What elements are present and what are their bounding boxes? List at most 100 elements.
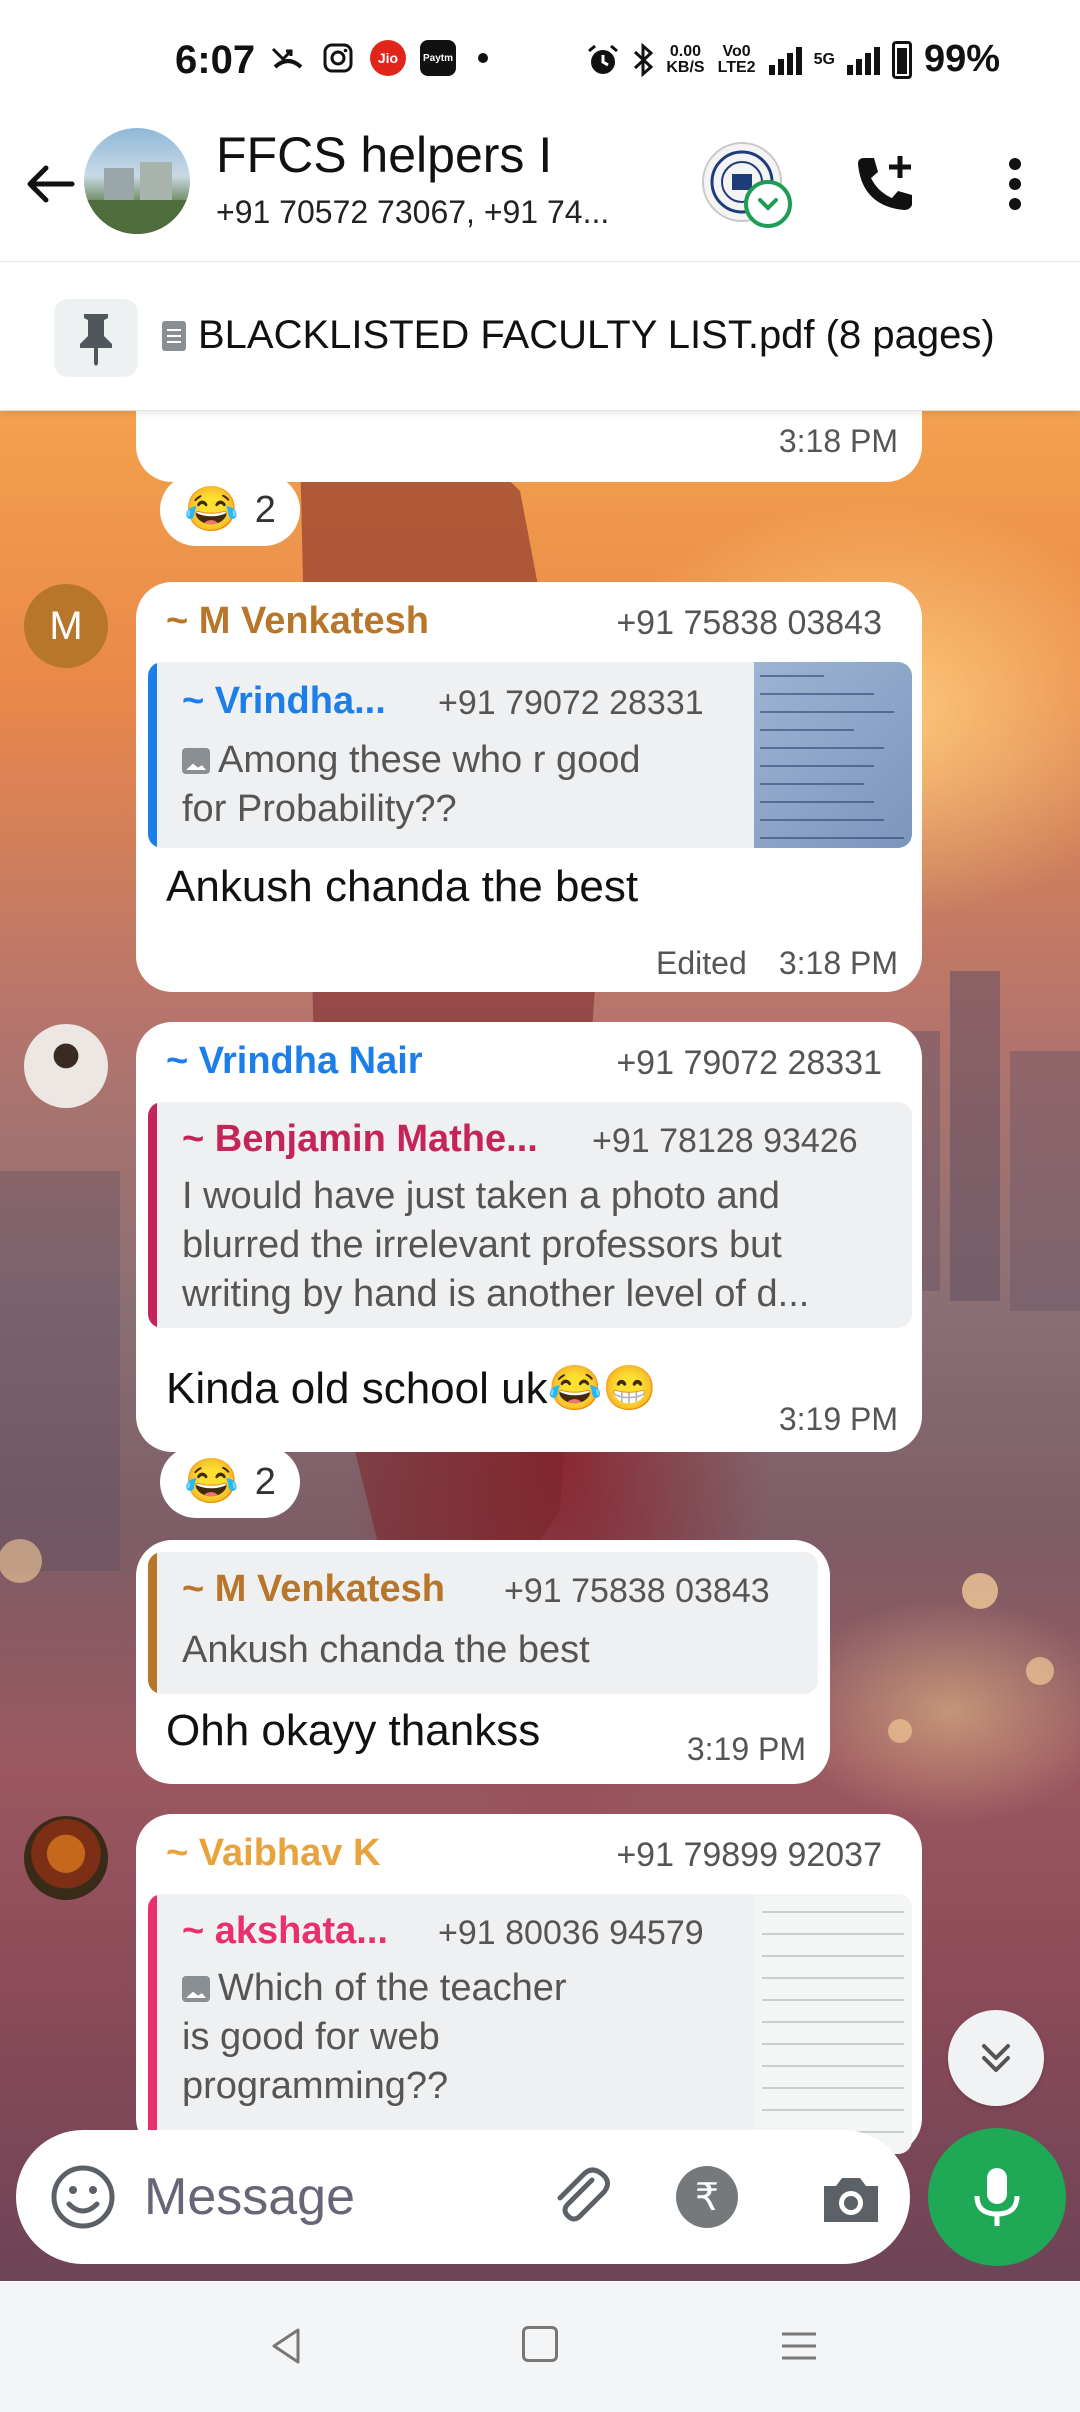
message-bubble[interactable]: ~ Vaibhav K +91 79899 92037 ~ akshata...… [136, 1814, 922, 2154]
community-badge-icon [744, 180, 792, 228]
missed-call-icon [270, 40, 306, 76]
add-call-button[interactable] [850, 148, 920, 218]
quote-bar [148, 662, 157, 848]
camera-button[interactable] [816, 2164, 886, 2234]
message-time: 3:18 PM [778, 423, 898, 459]
more-options-button[interactable] [990, 152, 1040, 216]
quote-bar [148, 1102, 157, 1328]
avatar[interactable]: M [24, 584, 108, 668]
quoted-phone: +91 75838 03843 [504, 1572, 770, 1610]
status-time: 6:07 [175, 38, 256, 82]
alarm-icon [588, 44, 619, 74]
message-bubble[interactable]: ~ Vrindha Nair +91 79072 28331 ~ Benjami… [136, 1022, 922, 1452]
reaction-count: 2 [254, 1460, 276, 1503]
quoted-image-thumbnail [754, 662, 912, 848]
paperclip-icon [557, 2167, 610, 2222]
instagram-icon [320, 40, 356, 76]
message-input[interactable] [144, 2164, 524, 2230]
quoted-message[interactable]: ~ akshata... +91 80036 94579 Which of th… [148, 1894, 912, 2154]
arrow-left-icon [27, 165, 75, 203]
nav-recents-button[interactable] [780, 2330, 818, 2362]
jio-icon: Jio [370, 40, 406, 76]
reaction-chip[interactable]: 😂 2 [160, 1446, 300, 1518]
system-navigation-bar [0, 2282, 1080, 2412]
phone-plus-icon [858, 156, 912, 210]
sender-phone: +91 75838 03843 [616, 604, 882, 642]
nav-back-button[interactable] [262, 2322, 310, 2370]
battery-level: 99% [923, 38, 1000, 80]
avatar[interactable] [24, 1816, 108, 1900]
quoted-message[interactable]: ~ Benjamin Mathe... +91 78128 93426 I wo… [148, 1102, 912, 1328]
reaction-chip[interactable]: 😂 2 [160, 474, 300, 546]
nav-home-button[interactable] [522, 2326, 558, 2362]
microphone-icon [974, 2168, 1020, 2226]
quoted-message[interactable]: ~ Vrindha... +91 79072 28331 Among these… [148, 662, 912, 848]
quoted-text: Among these who r good for Probability?? [182, 739, 641, 830]
quoted-phone: +91 78128 93426 [592, 1122, 858, 1160]
quoted-sender: ~ akshata... [182, 1910, 388, 1952]
message-text: Ankush chanda the best [166, 862, 639, 911]
reaction-emoji: 😂 [184, 485, 239, 534]
quoted-phone: +91 80036 94579 [438, 1914, 704, 1952]
status-bar: 6:07 Jio Paytm 0.00 KB/S Vo0 LTE2 5G 99% [0, 0, 1080, 120]
quoted-text: Which of the teacher is good for web pro… [182, 1967, 567, 2107]
pinned-message-bar[interactable]: BLACKLISTED FACULTY LIST.pdf (8 pages) [0, 263, 1080, 411]
group-avatar[interactable] [84, 128, 190, 234]
chat-messages[interactable]: 3:18 PM 😂 2 M ~ M Venkatesh +91 75838 03… [0, 411, 1080, 2281]
image-icon [182, 1976, 210, 2002]
image-icon [182, 748, 210, 774]
quoted-sender: ~ Benjamin Mathe... [182, 1118, 538, 1160]
camera-icon [824, 2178, 878, 2222]
sender-phone: +91 79072 28331 [616, 1044, 882, 1082]
signal-icon-2 [846, 45, 880, 75]
quoted-sender: ~ M Venkatesh [182, 1568, 445, 1610]
bluetooth-icon [634, 42, 654, 77]
quoted-message[interactable]: ~ M Venkatesh +91 75838 03843 Ankush cha… [148, 1552, 818, 1694]
message-bubble[interactable]: ~ M Venkatesh +91 75838 03843 ~ Vrindha.… [136, 582, 922, 992]
message-text: Kinda old school uk😂😁 [166, 1364, 658, 1413]
message-edited-label: Edited [656, 945, 747, 981]
volte-label: Vo0 LTE2 [717, 42, 756, 76]
kebab-menu-icon [1009, 158, 1021, 210]
message-time: 3:18 PM [778, 945, 898, 981]
quoted-phone: +91 79072 28331 [438, 684, 704, 722]
scroll-to-bottom-button[interactable] [948, 2010, 1044, 2106]
quoted-text: I would have just taken a photo and blur… [182, 1175, 810, 1315]
hamburger-icon [782, 2332, 816, 2360]
double-chevron-down-icon [982, 2044, 1010, 2072]
quote-bar [148, 1894, 157, 2154]
back-button[interactable] [22, 156, 78, 212]
attach-button[interactable] [546, 2162, 616, 2232]
reaction-count: 2 [254, 488, 276, 531]
quote-bar [148, 1552, 157, 1694]
network-type: 5G [813, 50, 835, 68]
pinned-message-text: BLACKLISTED FACULTY LIST.pdf (8 pages) [198, 313, 995, 357]
battery-icon [891, 40, 912, 79]
paytm-icon: Paytm [420, 40, 456, 76]
group-members[interactable]: +91 70572 73067, +91 74... [216, 194, 609, 231]
pin-icon [54, 299, 138, 377]
sender-name[interactable]: ~ M Venkatesh [166, 600, 429, 643]
avatar[interactable] [24, 1024, 108, 1108]
message-composer: ₹ [16, 2130, 910, 2264]
signal-icon [768, 45, 802, 75]
triangle-back-icon [272, 2328, 300, 2364]
group-title[interactable]: FFCS helpers I [216, 126, 552, 184]
reaction-emoji: 😂 [184, 1457, 239, 1506]
quoted-sender: ~ Vrindha... [182, 680, 386, 722]
emoji-button[interactable] [46, 2160, 120, 2234]
sender-name[interactable]: ~ Vrindha Nair [166, 1040, 423, 1083]
sender-name[interactable]: ~ Vaibhav K [166, 1832, 380, 1875]
message-bubble[interactable]: ~ M Venkatesh +91 75838 03843 Ankush cha… [136, 1540, 830, 1784]
status-system-icons: 0.00 KB/S Vo0 LTE2 5G 99% [586, 38, 1000, 81]
more-notifications-dot [478, 53, 488, 63]
net-speed: 0.00 KB/S [666, 42, 705, 76]
quoted-text: Ankush chanda the best [182, 1629, 590, 1671]
message-time: 3:19 PM [778, 1401, 898, 1437]
voice-message-button[interactable] [928, 2128, 1066, 2266]
chat-header: FFCS helpers I +91 70572 73067, +91 74..… [0, 120, 1080, 262]
message-bubble[interactable]: 3:18 PM [136, 411, 922, 482]
payment-button[interactable]: ₹ [676, 2166, 738, 2228]
status-notification-icons: Jio Paytm [270, 40, 488, 76]
quoted-image-thumbnail [754, 1894, 912, 2154]
